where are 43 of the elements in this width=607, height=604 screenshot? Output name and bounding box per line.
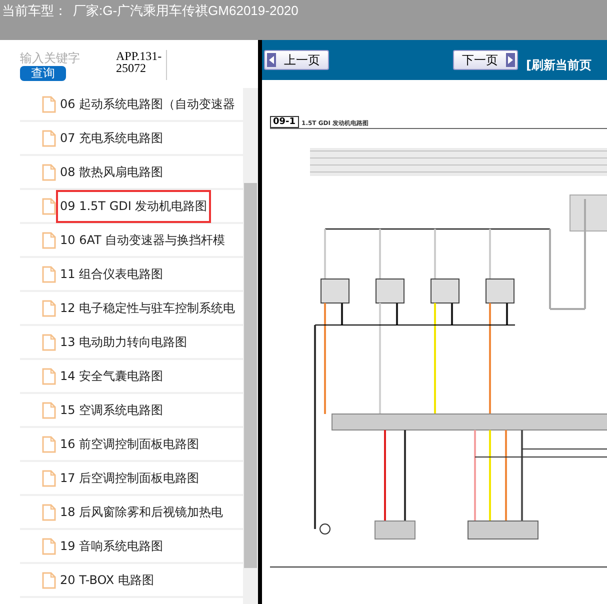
current-model-value: 厂家:G-广汽乘用车传祺GM62019-2020 — [73, 2, 298, 20]
chapter-link[interactable]: 12 电子稳定性与驻车控制系统电 — [56, 292, 240, 324]
chapter-link[interactable]: 18 后风窗除雾和后视镜加热电 — [56, 496, 228, 528]
keyword-input[interactable]: 输入关键字 — [20, 50, 88, 66]
scrollbar-thumb[interactable] — [244, 183, 257, 568]
refresh-page-link[interactable]: [刷新当前页 — [526, 56, 592, 74]
document-icon — [42, 232, 56, 248]
document-icon — [42, 470, 56, 486]
chapter-link[interactable]: 13 电动助力转向电路图 — [56, 326, 192, 358]
chapter-link[interactable]: 08 散热风扇电路图 — [56, 156, 168, 188]
chapter-link[interactable]: 11 组合仪表电路图 — [56, 258, 168, 290]
previous-page-button[interactable]: 上一页 — [264, 50, 329, 70]
chapter-link[interactable]: 14 安全气囊电路图 — [56, 360, 168, 392]
chapter-link[interactable]: 20 T-BOX 电路图 — [56, 564, 158, 596]
current-model-label: 当前车型： — [2, 2, 67, 20]
search-button[interactable]: 查询 — [20, 66, 66, 81]
document-icon — [42, 164, 56, 180]
document-icon — [42, 334, 56, 350]
right-arrow-icon — [506, 53, 515, 67]
section-number: 09-1 — [270, 116, 299, 128]
chapter-link[interactable]: 06 起动系统电路图（自动变速器 — [56, 88, 240, 120]
document-icon — [42, 504, 56, 520]
chapter-link[interactable]: 19 音响系统电路图 — [56, 530, 168, 562]
document-icon — [42, 300, 56, 316]
chapter-link[interactable]: 10 6AT 自动变速器与换挡杆模 — [56, 224, 230, 256]
document-icon — [42, 130, 56, 146]
document-icon — [42, 572, 56, 588]
chapter-link[interactable]: 07 充电系统电路图 — [56, 122, 168, 154]
chapter-link[interactable]: 15 空调系统电路图 — [56, 394, 168, 426]
left-arrow-icon — [267, 53, 276, 67]
document-icon — [42, 368, 56, 384]
document-icon — [42, 538, 56, 554]
document-icon — [42, 436, 56, 452]
chapter-link[interactable]: 09 1.5T GDI 发动机电路图 — [56, 190, 212, 222]
chapter-link[interactable]: 17 后空调控制面板电路图 — [56, 462, 204, 494]
document-icon — [42, 198, 56, 214]
chapter-link[interactable]: 16 前空调控制面板电路图 — [56, 428, 204, 460]
next-page-button[interactable]: 下一页 — [453, 50, 518, 70]
document-icon — [42, 402, 56, 418]
document-icon — [42, 266, 56, 282]
document-icon — [42, 96, 56, 112]
scrollbar[interactable] — [243, 88, 258, 604]
app-code: APP.131-25072 — [116, 50, 167, 80]
